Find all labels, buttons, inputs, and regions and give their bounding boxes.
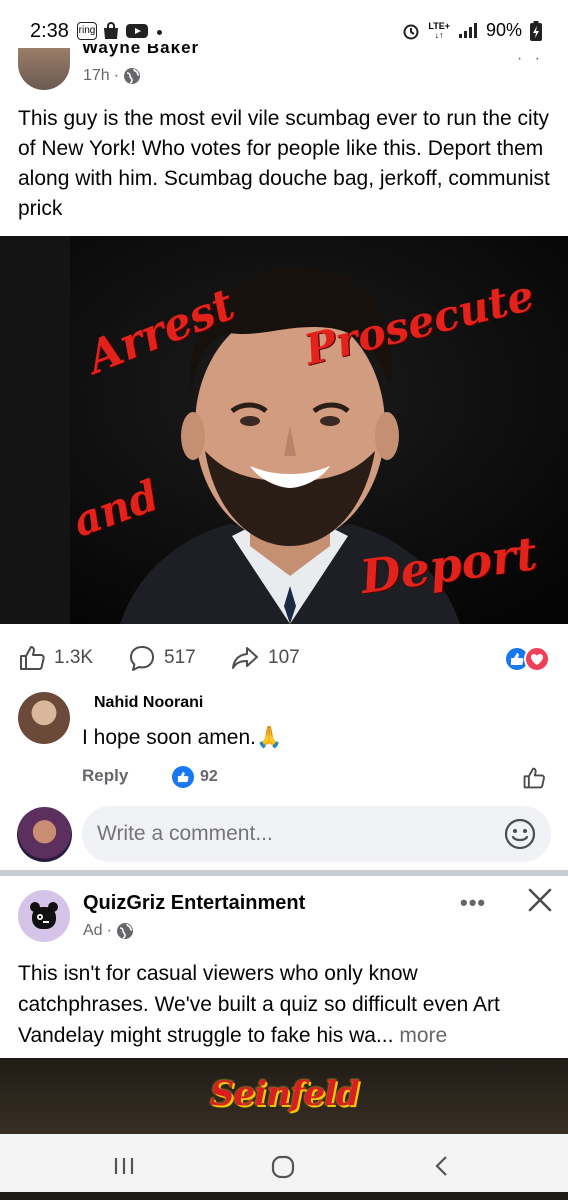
battery-charging-icon	[530, 20, 542, 41]
commenter-name[interactable]: Nahid Noorani	[94, 694, 203, 712]
globe-icon	[116, 923, 133, 939]
share-button[interactable]: 107	[230, 644, 300, 672]
system-status-icons: LTE+ ↓↑ 90%	[402, 20, 542, 41]
current-user-avatar[interactable]	[17, 807, 72, 862]
advertiser-avatar[interactable]	[18, 890, 70, 942]
ad-meta: Ad ·	[83, 922, 134, 940]
comment-reactions[interactable]: 92	[172, 766, 218, 788]
comment-button[interactable]: 517	[128, 644, 196, 672]
comment-like-count: 92	[200, 768, 218, 785]
share-arrow-icon	[232, 647, 258, 669]
recent-apps-button[interactable]	[112, 1154, 136, 1183]
share-count: 107	[268, 647, 300, 668]
status-time: 2:38	[30, 20, 69, 42]
post-author-name[interactable]: Wayne Baker	[82, 44, 232, 58]
post-actions-row: 1.3K 517 107	[0, 640, 568, 676]
battery-percent: 90%	[485, 20, 522, 40]
comment-bubble-icon	[130, 646, 154, 671]
reply-button[interactable]: Reply	[82, 766, 128, 786]
comment-text: I hope soon amen.🙏	[82, 726, 283, 749]
see-more-link[interactable]: more	[399, 1024, 447, 1047]
system-navigation-bar	[0, 1134, 568, 1200]
back-icon	[435, 1156, 447, 1176]
thumbs-up-icon	[523, 767, 545, 789]
ad-image-title: Seinfeld	[210, 1074, 360, 1114]
post-text: This guy is the most evil vile scumbag e…	[18, 107, 550, 220]
post-more-button[interactable]: · ·	[517, 50, 544, 68]
post-time[interactable]: 17h	[83, 67, 110, 85]
hide-ad-button[interactable]	[526, 886, 554, 919]
recent-apps-icon	[114, 1158, 134, 1174]
network-type: LTE+ ↓↑	[428, 20, 450, 40]
ad-more-options-button[interactable]: •••	[460, 890, 486, 916]
more-notifications-dot	[157, 30, 162, 35]
post-meta: 17h ·	[83, 67, 141, 85]
comment-count: 517	[164, 647, 196, 668]
ad-text: This isn't for casual viewers who only k…	[18, 962, 500, 1047]
signal-icon	[458, 22, 477, 38]
feed-divider	[0, 870, 568, 876]
back-button[interactable]	[430, 1154, 454, 1183]
comment-like-button[interactable]	[522, 766, 546, 795]
post-author-avatar[interactable]	[18, 48, 70, 90]
commenter-avatar[interactable]	[18, 692, 70, 744]
ring-app-icon: ring	[77, 22, 97, 40]
like-count: 1.3K	[54, 647, 94, 668]
comment-input[interactable]	[82, 806, 551, 862]
alarm-icon	[403, 24, 419, 39]
bear-logo-icon	[30, 902, 58, 929]
youtube-icon	[126, 24, 148, 38]
comment-like-reaction-icon	[172, 766, 194, 788]
reaction-summary[interactable]	[504, 646, 550, 672]
post-image[interactable]: Arrest Prosecute and Deport	[0, 236, 568, 624]
emoji-button[interactable]	[504, 818, 536, 855]
advertiser-name[interactable]: QuizGriz Entertainment	[83, 892, 305, 915]
ad-image[interactable]: Seinfeld	[0, 1058, 568, 1140]
notification-icons	[102, 22, 148, 40]
sponsored-label: Ad	[83, 922, 103, 939]
close-icon	[528, 888, 552, 912]
like-button[interactable]: 1.3K	[18, 644, 93, 672]
globe-icon	[124, 68, 141, 84]
ad-image-continuation	[0, 1192, 568, 1200]
shopping-bag-icon	[104, 22, 118, 39]
thumbs-up-icon	[20, 646, 45, 670]
smiley-icon	[504, 818, 536, 850]
home-icon	[271, 1155, 295, 1179]
love-reaction-icon	[524, 646, 550, 672]
home-button[interactable]	[270, 1154, 296, 1185]
